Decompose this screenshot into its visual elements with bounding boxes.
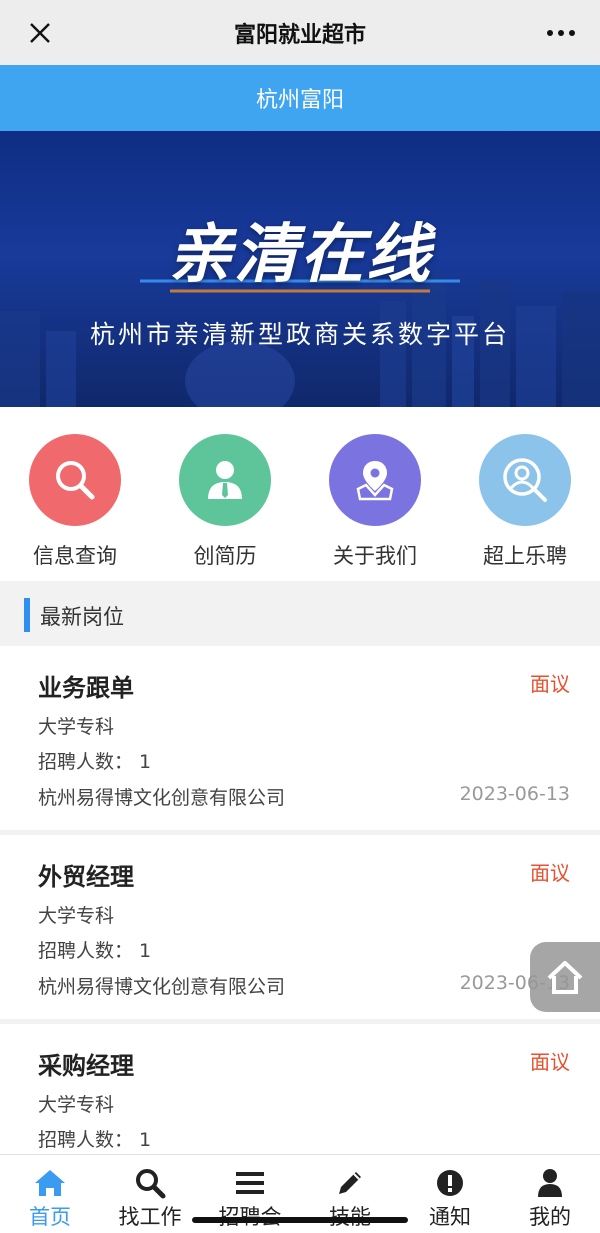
- section-accent-bar: [24, 598, 30, 632]
- job-headcount: 招聘人数： 1: [38, 1129, 152, 1151]
- tab-label: 我的: [529, 1205, 571, 1229]
- job-salary: 面议: [530, 861, 570, 885]
- job-education: 大学专科: [38, 716, 115, 738]
- home-icon: [547, 961, 583, 994]
- quick-action-create-resume[interactable]: 创简历: [150, 434, 300, 570]
- more-options-icon[interactable]: [546, 22, 576, 44]
- job-education: 大学专科: [38, 1094, 115, 1116]
- job-salary: 面议: [530, 672, 570, 696]
- job-card[interactable]: 采购经理 面议 大学专科 招聘人数： 1: [0, 1024, 600, 1154]
- tab-home[interactable]: 首页: [0, 1167, 100, 1231]
- quick-action-label: 创简历: [193, 544, 257, 568]
- home-icon: [35, 1170, 65, 1196]
- tab-find-job[interactable]: 找工作: [100, 1167, 200, 1231]
- tab-label: 找工作: [118, 1205, 182, 1229]
- job-card[interactable]: 业务跟单 面议 大学专科 招聘人数： 1 杭州易得博文化创意有限公司 2023-…: [0, 646, 600, 830]
- quick-action-recruit[interactable]: 超上乐聘: [450, 434, 600, 570]
- tab-notifications[interactable]: 通知: [400, 1167, 500, 1231]
- tab-label: 通知: [429, 1205, 471, 1229]
- banner-subheading: 杭州市亲清新型政商关系数字平台: [89, 320, 510, 349]
- job-title: 采购经理: [38, 1052, 134, 1080]
- city-selector[interactable]: 杭州富阳: [0, 65, 600, 131]
- quick-action-about-us[interactable]: 关于我们: [300, 434, 450, 570]
- tab-label: 招聘会: [200, 1201, 300, 1231]
- job-headcount: 招聘人数： 1: [38, 940, 152, 962]
- section-title: 最新岗位: [40, 605, 124, 629]
- section-header: 最新岗位: [0, 581, 600, 646]
- floating-home-button[interactable]: [530, 942, 600, 1012]
- pencil-icon: [339, 1172, 361, 1194]
- tab-label: 首页: [29, 1205, 71, 1229]
- job-card[interactable]: 外贸经理 面议 大学专科 招聘人数： 1 杭州易得博文化创意有限公司 2023-…: [0, 835, 600, 1019]
- search-icon: [136, 1169, 166, 1199]
- job-headcount: 招聘人数： 1: [38, 751, 152, 773]
- tab-label: 技能: [300, 1201, 400, 1231]
- search-icon: [29, 434, 121, 526]
- map-pin-icon: [329, 434, 421, 526]
- quick-action-info-query[interactable]: 信息查询: [0, 434, 150, 570]
- job-company: 杭州易得博文化创意有限公司: [38, 787, 286, 809]
- list-icon: [236, 1172, 264, 1194]
- page-title: 富阳就业超市: [233, 22, 366, 48]
- tab-profile[interactable]: 我的: [500, 1167, 600, 1231]
- banner-heading: 亲清在线: [168, 218, 432, 292]
- user-icon: [538, 1169, 562, 1197]
- job-salary: 面议: [530, 1050, 570, 1074]
- job-title: 外贸经理: [38, 863, 134, 891]
- job-company: 杭州易得博文化创意有限公司: [38, 976, 286, 998]
- profile-search-icon: [479, 434, 571, 526]
- alert-icon: [437, 1170, 463, 1196]
- quick-action-label: 信息查询: [33, 544, 117, 568]
- quick-action-label: 超上乐聘: [483, 544, 567, 568]
- quick-actions: 信息查询 创简历 关于我们 超上乐聘: [0, 407, 600, 581]
- person-icon: [179, 434, 271, 526]
- job-education: 大学专科: [38, 905, 115, 927]
- close-icon[interactable]: [26, 19, 54, 47]
- job-date: 2023-06-13: [459, 783, 570, 805]
- job-title: 业务跟单: [38, 674, 134, 702]
- quick-action-label: 关于我们: [333, 544, 417, 568]
- hero-banner[interactable]: 亲清在线 杭州市亲清新型政商关系数字平台: [0, 131, 600, 407]
- city-name: 杭州富阳: [255, 88, 344, 113]
- title-bar: 富阳就业超市: [0, 0, 600, 65]
- home-indicator: [192, 1217, 408, 1223]
